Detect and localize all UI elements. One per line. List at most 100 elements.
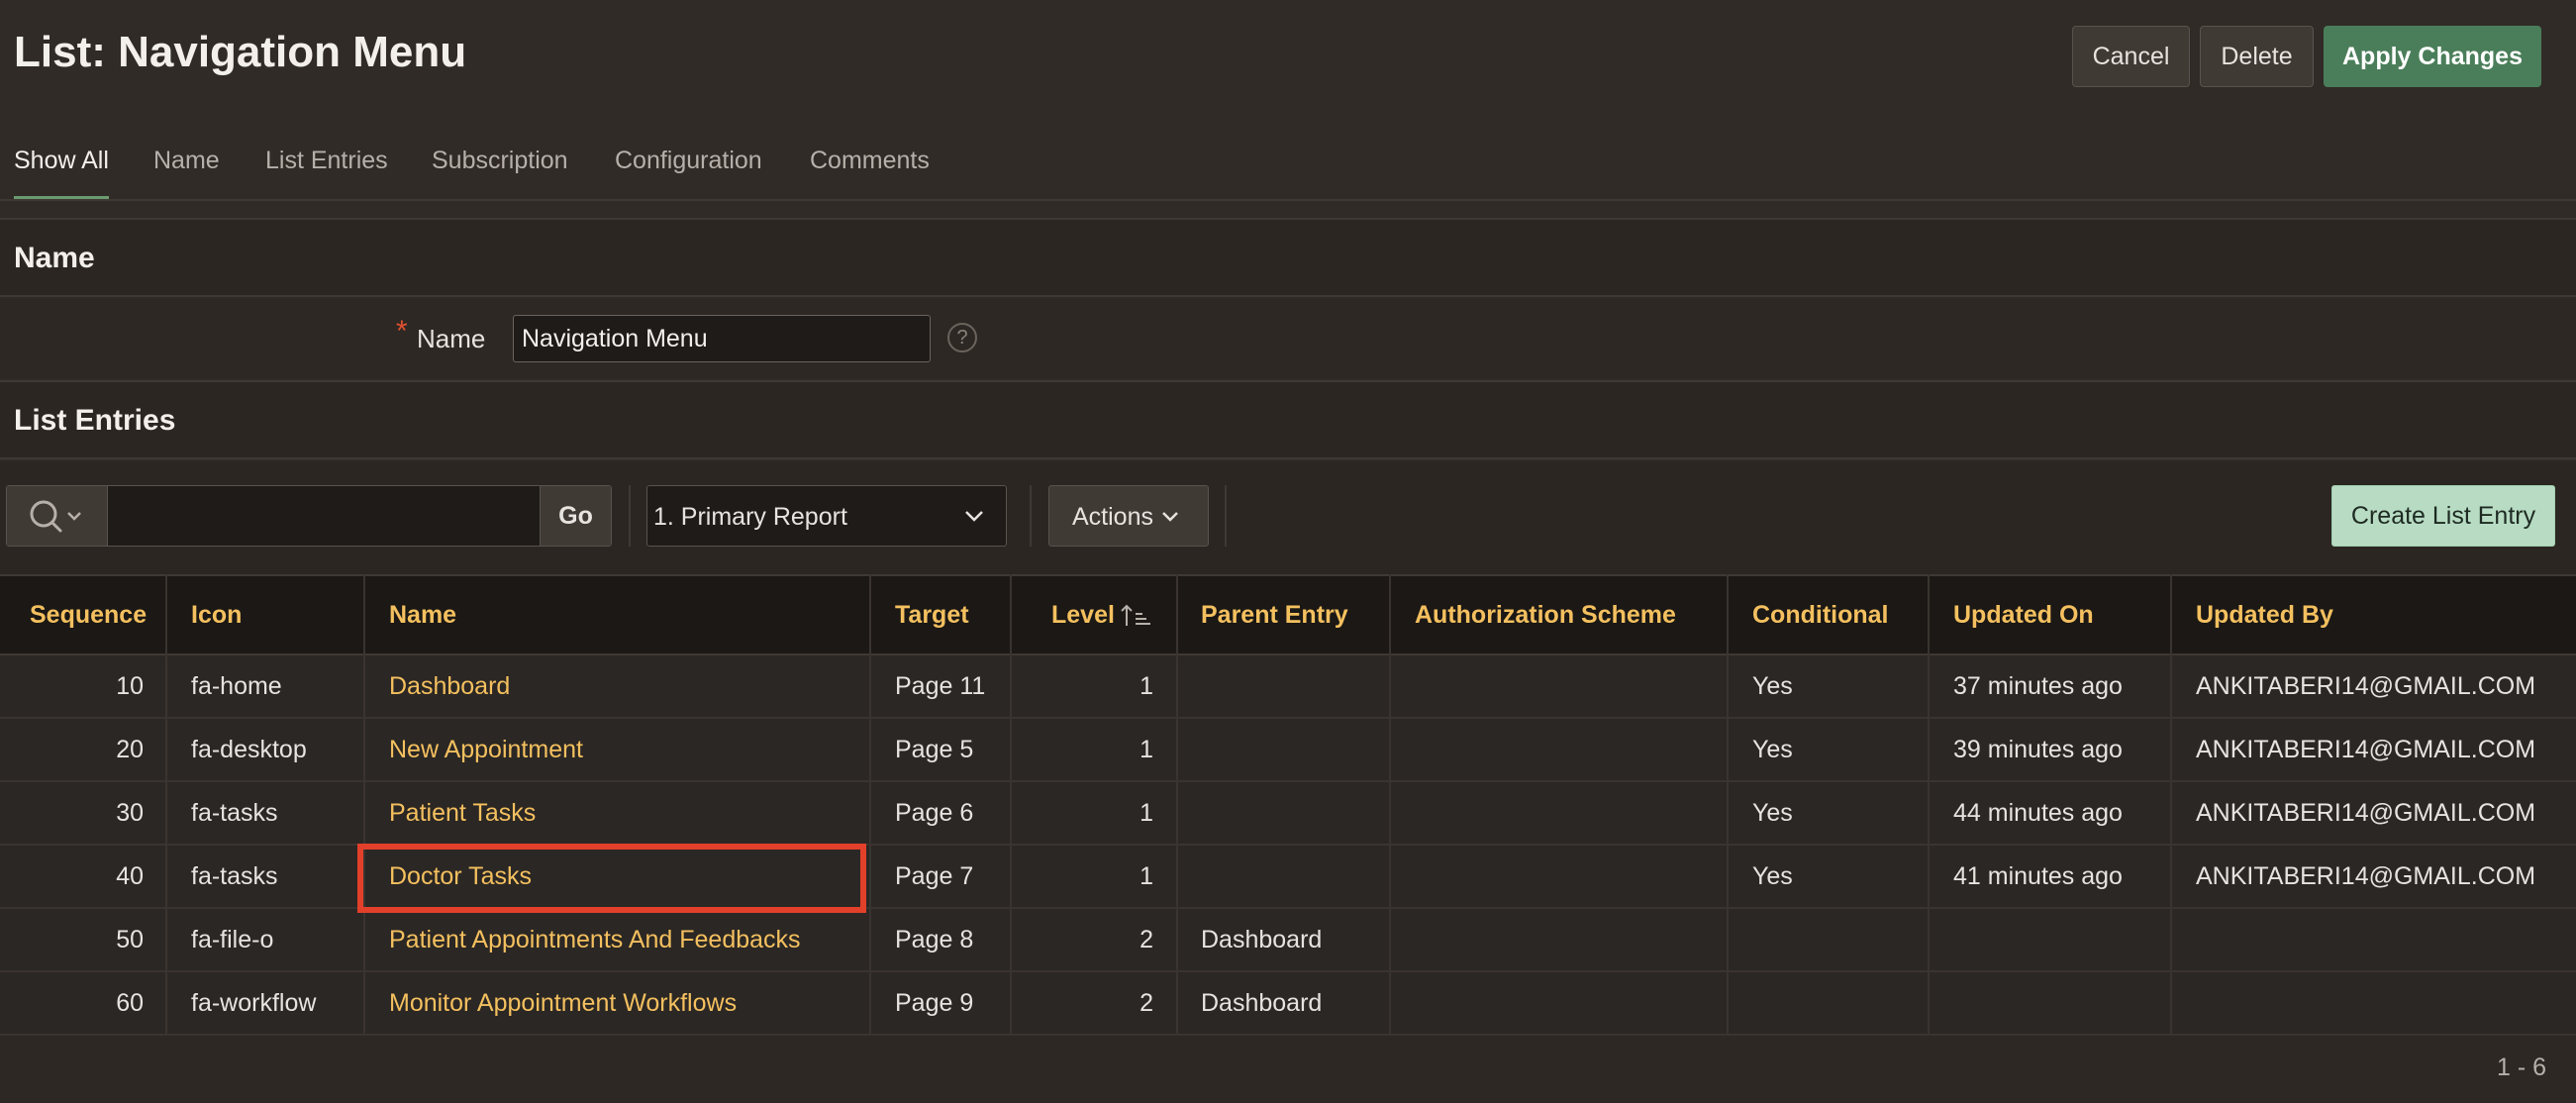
cell-sequence: 20	[116, 736, 144, 763]
chevron-down-icon	[1162, 512, 1178, 522]
cell-name-link[interactable]: Monitor Appointment Workflows	[389, 972, 737, 1034]
cell-sequence: 30	[116, 799, 144, 827]
actions-menu-button[interactable]: Actions	[1048, 485, 1209, 547]
tab-configuration[interactable]: Configuration	[615, 139, 762, 196]
cell-sequence: 10	[116, 672, 144, 700]
search-bar: Go	[6, 485, 612, 547]
cell-level: 2	[1139, 989, 1153, 1017]
required-indicator: *	[396, 315, 408, 348]
column-divider	[1727, 574, 1729, 1036]
column-header-authorization-scheme[interactable]: Authorization Scheme	[1415, 576, 1676, 653]
cell-icon: fa-file-o	[191, 926, 274, 953]
cell-target: Page 8	[895, 926, 974, 953]
tab-subscription[interactable]: Subscription	[432, 139, 568, 196]
cell-updated-by: ANKITABERI14@GMAIL.COM	[2196, 672, 2536, 700]
cell-icon: fa-desktop	[191, 736, 307, 763]
column-header-conditional[interactable]: Conditional	[1752, 576, 1888, 653]
region-tabs: Show All Name List Entries Subscription …	[0, 139, 2576, 200]
name-region-title: Name	[14, 242, 95, 274]
toolbar-separator	[1225, 485, 1227, 547]
column-divider	[1010, 574, 1012, 1036]
cell-sequence: 60	[116, 989, 144, 1017]
cell-updated-by: ANKITABERI14@GMAIL.COM	[2196, 736, 2536, 763]
column-divider	[869, 574, 871, 1036]
cell-conditional: Yes	[1752, 862, 1793, 890]
tab-comments[interactable]: Comments	[810, 139, 930, 196]
cell-sequence: 40	[116, 862, 144, 890]
page-title: List: Navigation Menu	[14, 28, 467, 76]
cell-parent-entry: Dashboard	[1201, 926, 1323, 953]
go-button[interactable]: Go	[540, 486, 611, 546]
column-header-sequence[interactable]: Sequence	[30, 576, 147, 653]
cell-conditional: Yes	[1752, 736, 1793, 763]
cell-conditional: Yes	[1752, 799, 1793, 827]
tabs-divider	[0, 199, 2576, 201]
create-list-entry-button[interactable]: Create List Entry	[2331, 485, 2555, 547]
search-column-button[interactable]	[7, 486, 108, 546]
cell-icon: fa-tasks	[191, 799, 278, 827]
pagination-range: 1 - 6	[2496, 1053, 2546, 1081]
cell-target: Page 5	[895, 736, 974, 763]
delete-button[interactable]: Delete	[2200, 26, 2314, 87]
cell-name-link[interactable]: Patient Tasks	[389, 782, 536, 844]
tab-show-all[interactable]: Show All	[14, 139, 109, 200]
cell-target: Page 7	[895, 862, 974, 890]
table-row: 10 fa-home Dashboard Page 11 1 Yes 37 mi…	[0, 655, 2576, 719]
cell-icon: fa-workflow	[191, 989, 317, 1017]
column-divider	[2170, 574, 2172, 1036]
column-divider	[363, 574, 365, 1036]
toolbar-separator	[1030, 485, 1032, 547]
search-input[interactable]	[108, 486, 540, 546]
cell-updated-on: 44 minutes ago	[1953, 799, 2123, 827]
list-entries-region-title: List Entries	[14, 404, 176, 437]
table-row: 20 fa-desktop New Appointment Page 5 1 Y…	[0, 719, 2576, 782]
cell-updated-by: ANKITABERI14@GMAIL.COM	[2196, 799, 2536, 827]
cell-name-link[interactable]: Dashboard	[389, 655, 510, 717]
report-select[interactable]: 1. Primary Report	[646, 485, 1007, 547]
cell-level: 1	[1139, 736, 1153, 763]
tab-list-entries[interactable]: List Entries	[265, 139, 388, 196]
column-header-level[interactable]: Level	[1051, 576, 1115, 653]
name-input[interactable]	[513, 315, 931, 362]
cell-target: Page 11	[895, 672, 986, 700]
tab-name[interactable]: Name	[153, 139, 220, 196]
search-icon	[30, 500, 81, 533]
cell-sequence: 50	[116, 926, 144, 953]
column-divider	[1389, 574, 1391, 1036]
cell-parent-entry: Dashboard	[1201, 989, 1323, 1017]
toolbar-separator	[629, 485, 631, 547]
sort-ascending-icon	[1121, 604, 1150, 626]
column-header-target[interactable]: Target	[895, 576, 969, 653]
name-field-label: Name	[417, 324, 486, 353]
cell-updated-on: 37 minutes ago	[1953, 672, 2123, 700]
cell-name-link[interactable]: New Appointment	[389, 719, 583, 780]
cell-level: 1	[1139, 799, 1153, 827]
column-header-name[interactable]: Name	[389, 576, 456, 653]
column-divider	[165, 574, 167, 1036]
list-entries-region-header: List Entries	[0, 380, 2576, 459]
cell-icon: fa-tasks	[191, 862, 278, 890]
cell-name-link[interactable]: Patient Appointments And Feedbacks	[389, 909, 801, 970]
column-divider	[1176, 574, 1178, 1036]
cell-updated-on: 41 minutes ago	[1953, 862, 2123, 890]
table-row: 30 fa-tasks Patient Tasks Page 6 1 Yes 4…	[0, 782, 2576, 846]
column-header-updated-on[interactable]: Updated On	[1953, 576, 2094, 653]
cell-target: Page 6	[895, 799, 974, 827]
cell-level: 1	[1139, 862, 1153, 890]
name-region-header: Name	[0, 218, 2576, 297]
cell-target: Page 9	[895, 989, 974, 1017]
column-header-icon[interactable]: Icon	[191, 576, 242, 653]
table-row: 50 fa-file-o Patient Appointments And Fe…	[0, 909, 2576, 972]
apply-changes-button[interactable]: Apply Changes	[2324, 26, 2541, 87]
column-divider	[1928, 574, 1930, 1036]
report-select-value: 1. Primary Report	[653, 503, 847, 531]
actions-label: Actions	[1072, 503, 1153, 531]
cell-level: 2	[1139, 926, 1153, 953]
report-footer	[0, 1036, 2576, 1103]
table-row: 60 fa-workflow Monitor Appointment Workf…	[0, 972, 2576, 1036]
column-header-parent-entry[interactable]: Parent Entry	[1201, 576, 1348, 653]
report-header-row: Sequence Icon Name Target Level Parent E…	[0, 574, 2576, 655]
cancel-button[interactable]: Cancel	[2072, 26, 2190, 87]
help-icon[interactable]: ?	[947, 323, 977, 352]
column-header-updated-by[interactable]: Updated By	[2196, 576, 2333, 653]
